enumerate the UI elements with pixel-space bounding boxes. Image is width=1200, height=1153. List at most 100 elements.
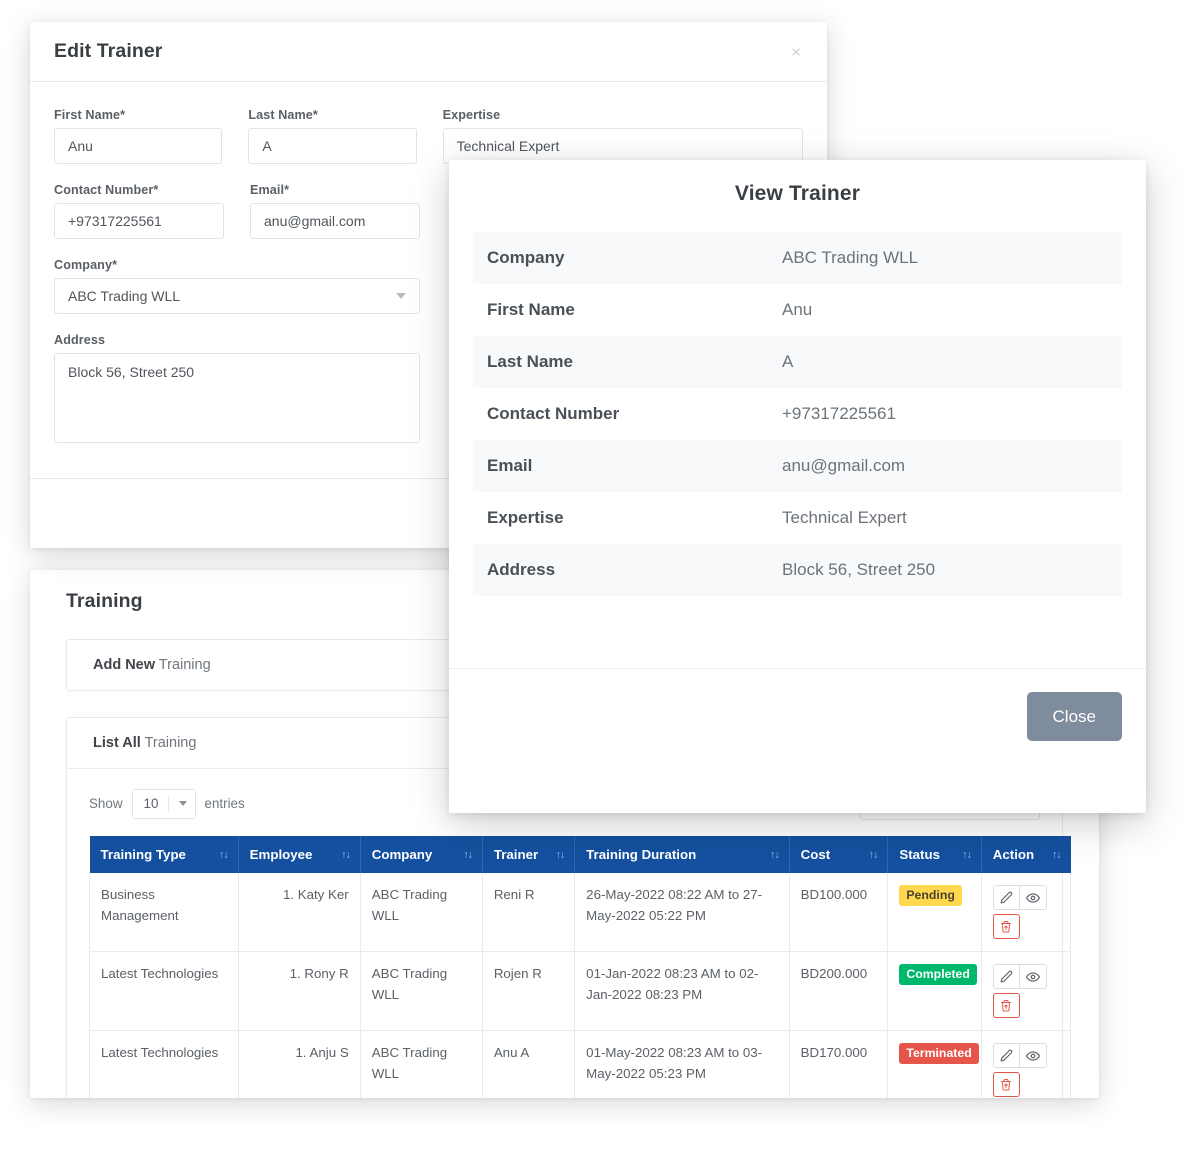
detail-label: Company [473, 232, 768, 284]
add-new-training-strong: Add New [93, 657, 155, 673]
th-label: Cost [801, 847, 831, 862]
view-trainer-details-table: CompanyABC Trading WLLFirst NameAnuLast … [473, 232, 1122, 596]
last-name-field[interactable]: A [248, 128, 416, 164]
table-row: Latest Technologies1. Rony RABC Trading … [90, 952, 1071, 1031]
table-row: Latest Technologies1. Anju SABC Trading … [90, 1031, 1071, 1099]
company-label: Company* [54, 258, 420, 272]
sort-icon: ↑↓ [1052, 849, 1061, 861]
entries-per-page-value: 10 [144, 796, 159, 811]
view-eye-icon[interactable] [1020, 964, 1047, 989]
detail-value: anu@gmail.com [768, 440, 1122, 492]
first-name-label: First Name* [54, 108, 222, 122]
action-button-group [993, 1043, 1055, 1097]
screen: Training Add New Training List All Train… [0, 0, 1200, 1153]
edit-pencil-icon[interactable] [993, 964, 1020, 989]
detail-row: First NameAnu [473, 284, 1122, 336]
detail-value: Block 56, Street 250 [768, 544, 1122, 596]
expertise-field[interactable]: Technical Expert [443, 128, 803, 164]
cell-trainer: Anu A [482, 1031, 574, 1099]
cell-cost: BD100.000 [789, 873, 888, 952]
cell-training-type: Latest Technologies [90, 1031, 239, 1099]
cell-training-duration: 26-May-2022 08:22 AM to 27-May-2022 05:2… [575, 873, 789, 952]
detail-label: Contact Number [473, 388, 768, 440]
cell-training-duration: 01-Jan-2022 08:23 AM to 02-Jan-2022 08:2… [575, 952, 789, 1031]
datatable-body: Show 10 entries [67, 769, 1062, 1098]
detail-label: Address [473, 544, 768, 596]
table-body: Business Management1. Katy KerABC Tradin… [90, 873, 1071, 1098]
cell-action [981, 1031, 1070, 1099]
cell-employee: 1. Katy Ker [238, 873, 360, 952]
detail-label: Expertise [473, 492, 768, 544]
status-badge: Terminated [899, 1043, 978, 1064]
detail-label: Email [473, 440, 768, 492]
cell-status: Terminated [888, 1031, 981, 1099]
column-header-training-duration[interactable]: Training Duration↑↓ [575, 836, 789, 873]
th-label: Training Type [101, 847, 186, 862]
th-label: Trainer [494, 847, 538, 862]
first-name-field[interactable]: Anu [54, 128, 222, 164]
cell-cost: BD170.000 [789, 1031, 888, 1099]
company-group: Company* ABC Trading WLL [54, 258, 420, 314]
sort-icon: ↑↓ [869, 849, 878, 861]
sort-icon: ↑↓ [219, 849, 228, 861]
sort-icon: ↑↓ [770, 849, 779, 861]
training-table: Training Type ↑↓ Employee ↑↓ Company ↑↓ Tra… [89, 836, 1071, 1098]
cell-cost: BD200.000 [789, 952, 888, 1031]
th-label: Company [372, 847, 433, 862]
table-row: Business Management1. Katy KerABC Tradin… [90, 873, 1071, 952]
delete-trash-icon[interactable] [993, 914, 1020, 939]
column-header-company[interactable]: Company ↑↓ [360, 836, 482, 873]
address-group: Address Block 56, Street 250 [54, 333, 420, 443]
close-button[interactable]: Close [1027, 692, 1122, 741]
edit-pencil-icon[interactable] [993, 885, 1020, 910]
edit-trainer-title: Edit Trainer [54, 40, 162, 63]
company-selected-value: ABC Trading WLL [68, 288, 180, 304]
detail-label: Last Name [473, 336, 768, 388]
column-header-trainer[interactable]: Trainer↑↓ [482, 836, 574, 873]
cell-action [981, 873, 1070, 952]
cell-employee: 1. Anju S [238, 1031, 360, 1099]
contact-number-group: Contact Number* +97317225561 [54, 183, 224, 239]
contact-number-label: Contact Number* [54, 183, 224, 197]
column-header-employee[interactable]: Employee ↑↓ [238, 836, 360, 873]
close-icon[interactable]: × [785, 39, 807, 64]
company-select[interactable]: ABC Trading WLL [54, 278, 420, 314]
detail-value: Technical Expert [768, 492, 1122, 544]
th-label: Employee [250, 847, 313, 862]
cell-training-type: Business Management [90, 873, 239, 952]
column-header-cost[interactable]: Cost ↑↓ [789, 836, 888, 873]
sort-icon: ↑↓ [463, 849, 472, 861]
cell-company: ABC Trading WLL [360, 873, 482, 952]
email-group: Email* anu@gmail.com [250, 183, 420, 239]
last-name-group: Last Name* A [248, 108, 416, 164]
column-header-status[interactable]: Status↑↓ [888, 836, 981, 873]
column-header-training-type[interactable]: Training Type ↑↓ [90, 836, 239, 873]
status-badge: Pending [899, 885, 962, 906]
detail-row: ExpertiseTechnical Expert [473, 492, 1122, 544]
delete-trash-icon[interactable] [993, 993, 1020, 1018]
show-label: Show [89, 796, 123, 811]
column-header-action[interactable]: Action↑↓ [981, 836, 1070, 873]
edit-pencil-icon[interactable] [993, 1043, 1020, 1068]
cell-trainer: Rojen R [482, 952, 574, 1031]
address-textarea[interactable]: Block 56, Street 250 [54, 353, 420, 443]
view-trainer-footer: Close [449, 668, 1146, 813]
email-label: Email* [250, 183, 420, 197]
list-all-training-strong: List All [93, 735, 141, 751]
delete-trash-icon[interactable] [993, 1072, 1020, 1097]
email-field[interactable]: anu@gmail.com [250, 203, 420, 239]
entries-per-page-select[interactable]: 10 [132, 789, 196, 819]
chevron-down-icon [179, 801, 187, 806]
contact-number-field[interactable]: +97317225561 [54, 203, 224, 239]
view-eye-icon[interactable] [1020, 885, 1047, 910]
list-all-training-rest: Training [141, 735, 197, 751]
edit-trainer-header: Edit Trainer × [30, 22, 827, 82]
status-badge: Completed [899, 964, 977, 985]
detail-row: Emailanu@gmail.com [473, 440, 1122, 492]
view-eye-icon[interactable] [1020, 1043, 1047, 1068]
datatable-length-control: Show 10 entries [89, 789, 245, 819]
first-name-group: First Name* Anu [54, 108, 222, 164]
expertise-group: Expertise Technical Expert [443, 108, 803, 164]
detail-label: First Name [473, 284, 768, 336]
sort-icon: ↑↓ [341, 849, 350, 861]
